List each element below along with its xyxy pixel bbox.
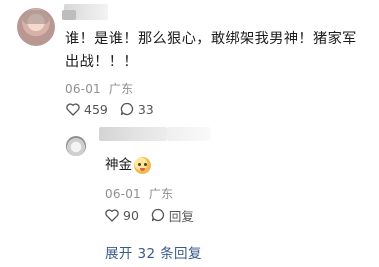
comment-date: 06-01 [65,82,101,96]
reply-button[interactable]: 33 [120,102,154,117]
reply-username-blurred-tail [167,127,211,141]
comment-actions: 459 33 [66,101,154,117]
reply-date: 06-01 [105,187,141,201]
reply-reply-button[interactable]: 回复 [151,206,194,225]
comment-location: 广东 [108,82,134,96]
reply-like-button[interactable]: 90 [105,208,139,223]
reply-meta: 06-01 广东 [105,185,177,202]
reply-location: 广东 [148,187,174,201]
expand-replies-link[interactable]: 展开 32 条回复 [105,242,202,262]
heart-icon [105,208,119,222]
reply-like-count: 90 [123,207,139,223]
reply-username-blurred[interactable] [99,127,167,141]
heart-icon [66,102,80,116]
reply-avatar[interactable] [66,136,86,156]
reply-text-row: 神金 [105,155,151,175]
reply-reply-label: 回复 [168,208,194,224]
like-count: 459 [84,101,108,117]
comment-meta: 06-01 广东 [65,80,137,97]
reply-actions: 90 回复 [105,206,194,225]
reply-count: 33 [137,101,154,117]
like-button[interactable]: 459 [66,102,108,117]
comment-bubble-icon [120,102,133,116]
avatar[interactable] [17,8,55,46]
username-blurred[interactable] [62,4,108,20]
reply-text: 神金 [105,157,132,173]
comment-text: 谁！是谁！那么狠心，敢绑架我男神！猪家军出战！！！ [65,31,357,70]
comment-bubble-icon [151,208,164,222]
face-emoji-icon [134,156,151,174]
